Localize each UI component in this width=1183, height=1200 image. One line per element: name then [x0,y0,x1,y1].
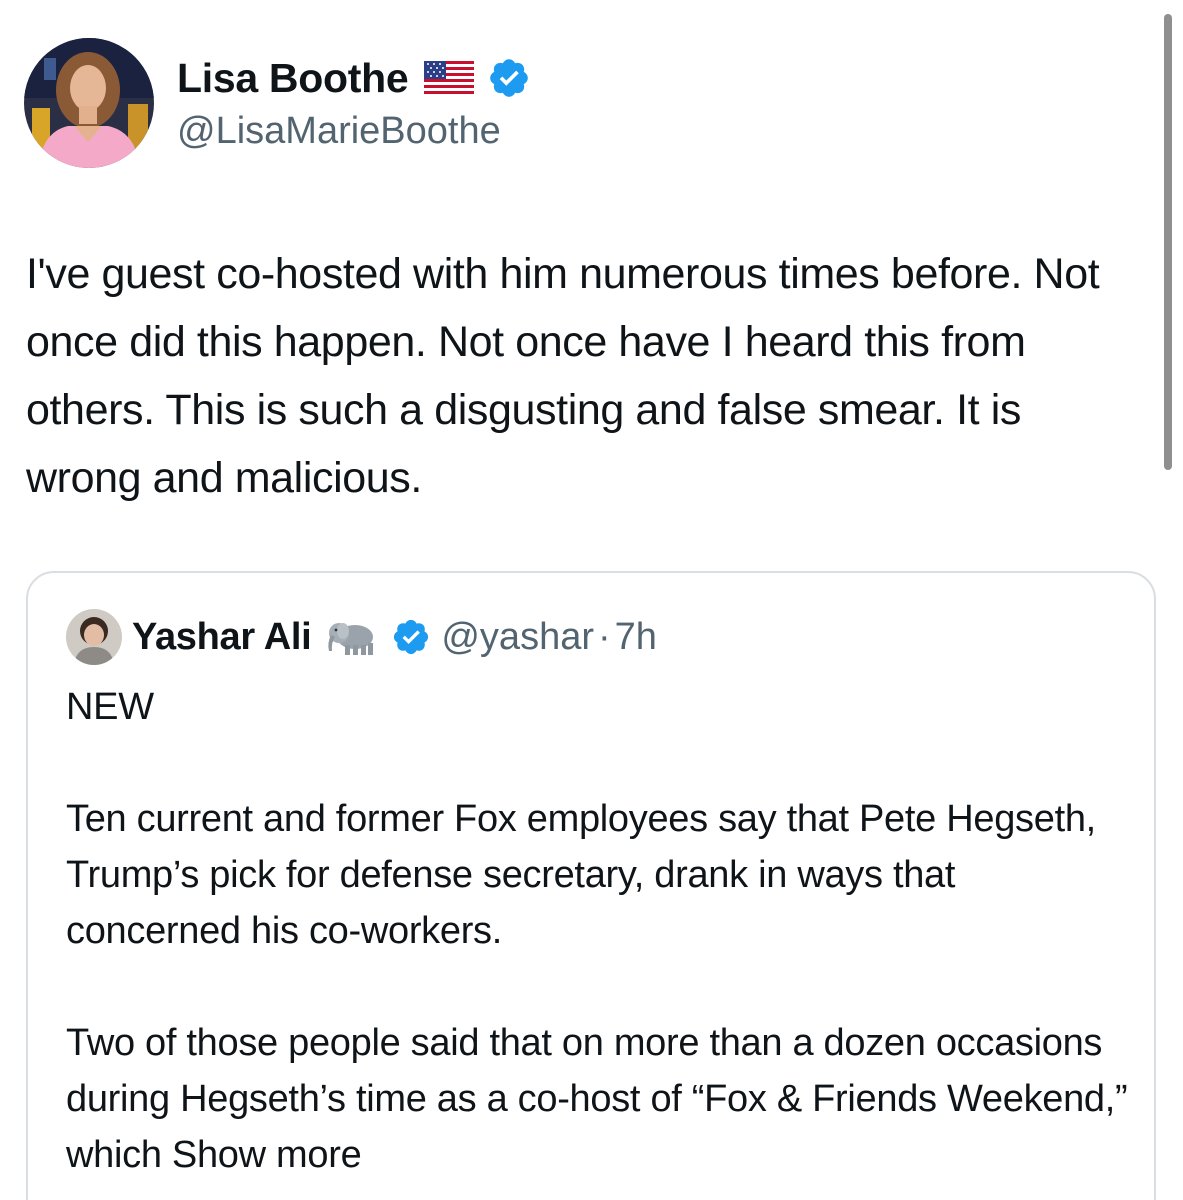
elephant-icon [328,623,374,655]
author-handle[interactable]: @LisaMarieBoothe [177,110,501,153]
quoted-paragraph-detail: Two of those people said that on more th… [66,1015,1136,1183]
quoted-paragraph-new: NEW [66,686,154,728]
quoted-tweet-header: Yashar Ali @yashar · 7h [66,607,657,667]
quoted-tweet-card[interactable]: Yashar Ali @yashar · 7h NEW Ten current … [26,571,1156,1200]
quoted-tweet-body: NEW Ten current and former Fox employees… [66,679,1136,1183]
quoted-author-display-name[interactable]: Yashar Ali [132,616,312,659]
author-avatar[interactable] [24,38,154,168]
tweet-text: I've guest co-hosted with him numerous t… [26,250,1100,502]
tweet-header: Lisa Boothe @LisaMarieBoothe [24,38,1144,170]
verified-badge-icon[interactable] [391,617,431,657]
us-flag-icon [424,61,475,95]
show-more-link[interactable]: Show more [172,1134,362,1176]
scrollbar[interactable] [1164,14,1172,470]
quoted-tweet-timestamp[interactable]: 7h [615,616,657,659]
quoted-author-handle[interactable]: @yashar [441,616,594,659]
author-name-row: Lisa Boothe [177,52,531,104]
author-display-name[interactable]: Lisa Boothe [177,55,409,102]
separator-dot: · [598,615,611,658]
verified-badge-icon[interactable] [487,56,531,100]
quoted-author-avatar[interactable] [66,609,122,665]
quoted-paragraph-summary: Ten current and former Fox employees say… [66,798,1096,952]
